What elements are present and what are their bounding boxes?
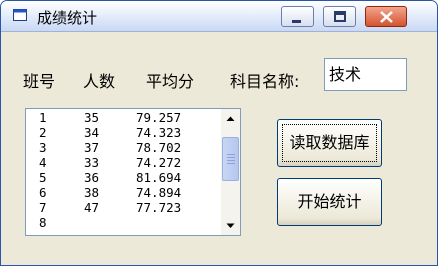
minimize-button[interactable] [281, 6, 314, 27]
scroll-up-button[interactable] [222, 110, 239, 127]
start-statistics-button[interactable]: 开始统计 [277, 178, 382, 226]
close-button[interactable] [365, 6, 407, 27]
count-label: 人数 [83, 72, 116, 91]
focus-rect [282, 124, 377, 162]
list-item[interactable]: 5 36 81.694 [26, 170, 219, 185]
read-database-button[interactable]: 读取数据库 [277, 119, 382, 167]
thumb-grip [227, 163, 235, 164]
list-item[interactable]: 8 [26, 215, 219, 230]
thumb-grip [227, 154, 235, 155]
thumb-grip [227, 160, 235, 161]
close-icon [380, 11, 393, 23]
list-item[interactable]: 3 37 78.702 [26, 140, 219, 155]
scroll-thumb[interactable] [222, 137, 239, 181]
thumb-grip [227, 157, 235, 158]
average-label: 平均分 [146, 72, 195, 91]
results-listbox[interactable]: 1 35 79.257 2 34 74.323 3 37 78.702 4 33 74.272 … [25, 108, 241, 236]
vertical-scrollbar[interactable] [221, 109, 240, 235]
list-item[interactable]: 6 38 74.894 [26, 185, 219, 200]
maximize-icon [334, 11, 346, 22]
app-window: 成绩统计 班号 人数 平均分 科目名称: 技术 1 35 79.257 2 34 74.… [0, 0, 438, 266]
subject-name-label: 科目名称: [230, 72, 300, 91]
title-bar[interactable]: 成绩统计 [1, 1, 437, 32]
list-item[interactable]: 7 47 77.723 [26, 200, 219, 215]
start-statistics-label: 开始统计 [297, 192, 362, 211]
app-window-icon [13, 9, 27, 21]
maximize-button[interactable] [323, 6, 356, 27]
list-item[interactable]: 2 34 74.323 [26, 125, 219, 140]
arrow-down-icon [226, 223, 235, 228]
results-rows: 1 35 79.257 2 34 74.323 3 37 78.702 4 33 74.272 … [26, 110, 219, 230]
subject-input[interactable]: 技术 [324, 58, 407, 91]
scroll-down-button[interactable] [222, 217, 239, 234]
list-item[interactable]: 4 33 74.272 [26, 155, 219, 170]
minimize-icon [292, 20, 301, 23]
class-no-label: 班号 [23, 72, 56, 91]
list-item[interactable]: 1 35 79.257 [26, 110, 219, 125]
arrow-up-icon [226, 116, 235, 121]
window-title: 成绩统计 [37, 9, 98, 27]
